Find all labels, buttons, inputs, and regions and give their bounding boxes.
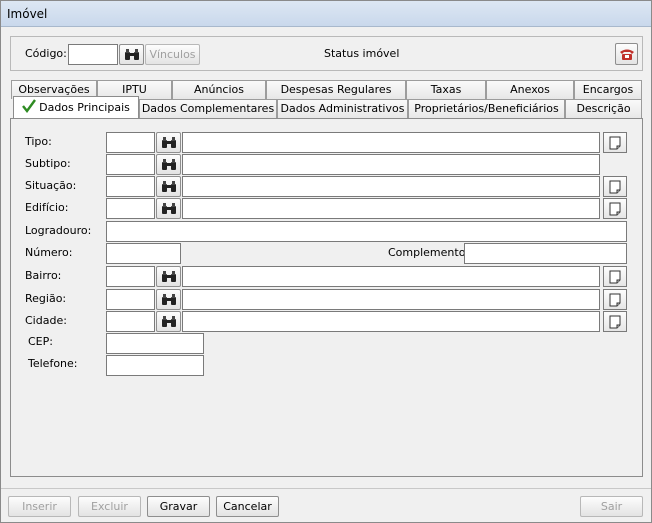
binoculars-icon (124, 48, 139, 60)
complemento-input[interactable] (464, 243, 627, 264)
regiao-detail-button[interactable] (603, 289, 627, 310)
title-bar: Imóvel (1, 1, 651, 27)
bairro-label: Bairro: (25, 269, 62, 282)
status-imovel-label: Status imóvel (324, 47, 400, 60)
situacao-detail-button[interactable] (603, 176, 627, 197)
cidade-search-button[interactable] (156, 311, 181, 332)
regiao-description-input[interactable] (182, 289, 600, 310)
situacao-search-button[interactable] (156, 176, 181, 197)
tab-anexos[interactable]: Anexos (486, 80, 574, 99)
dados-principais-panel: Tipo: Subtipo: Situação: Edifício: Logra… (10, 118, 643, 477)
edificio-code-input[interactable] (106, 198, 155, 219)
codigo-search-button[interactable] (119, 44, 144, 65)
phone-button[interactable] (615, 43, 638, 65)
binoculars-icon (161, 136, 176, 148)
document-icon (609, 293, 621, 306)
bairro-description-input[interactable] (182, 266, 600, 287)
tipo-label: Tipo: (25, 135, 52, 148)
regiao-code-input[interactable] (106, 289, 155, 310)
telefone-input[interactable] (106, 355, 204, 376)
subtipo-code-input[interactable] (106, 154, 155, 175)
sair-button[interactable]: Sair (580, 496, 643, 517)
situacao-label: Situação: (25, 179, 77, 192)
cancelar-button[interactable]: Cancelar (216, 496, 279, 517)
window-title: Imóvel (7, 7, 48, 21)
cidade-label: Cidade: (25, 314, 67, 327)
tab-anuncios[interactable]: Anúncios (172, 80, 266, 99)
binoculars-icon (161, 315, 176, 327)
tab-proprietarios-beneficiarios[interactable]: Proprietários/Beneficiários (408, 99, 565, 118)
numero-label: Número: (25, 246, 73, 259)
excluir-button[interactable]: Excluir (78, 496, 141, 517)
subtipo-description-input[interactable] (182, 154, 600, 175)
document-icon (609, 202, 621, 215)
tab-despesas-regulares[interactable]: Despesas Regulares (266, 80, 406, 99)
document-icon (609, 270, 621, 283)
check-icon (22, 99, 37, 113)
logradouro-input[interactable] (106, 221, 627, 242)
subtipo-search-button[interactable] (156, 154, 181, 175)
tipo-code-input[interactable] (106, 132, 155, 153)
codigo-input[interactable] (68, 44, 118, 65)
action-bar: Inserir Excluir Gravar Cancelar Sair (1, 488, 651, 522)
cidade-description-input[interactable] (182, 311, 600, 332)
binoculars-icon (161, 202, 176, 214)
phone-icon (619, 49, 634, 60)
bairro-detail-button[interactable] (603, 266, 627, 287)
tipo-search-button[interactable] (156, 132, 181, 153)
tipo-detail-button[interactable] (603, 132, 627, 153)
window: Imóvel Código: Vínculos Status imóvel Ob… (0, 0, 652, 523)
cep-input[interactable] (106, 333, 204, 354)
tab-encargos[interactable]: Encargos (574, 80, 642, 99)
binoculars-icon (161, 270, 176, 282)
codigo-label: Código: (25, 47, 67, 60)
telefone-label: Telefone: (28, 357, 78, 370)
tab-descricao[interactable]: Descrição (565, 99, 642, 118)
gravar-button[interactable]: Gravar (147, 496, 210, 517)
inserir-button[interactable]: Inserir (8, 496, 71, 517)
subtipo-label: Subtipo: (25, 157, 71, 170)
tab-dados-principais[interactable]: Dados Principais (13, 96, 139, 118)
tab-dados-complementares[interactable]: Dados Complementares (139, 99, 277, 118)
cidade-code-input[interactable] (106, 311, 155, 332)
regiao-search-button[interactable] (156, 289, 181, 310)
document-icon (609, 315, 621, 328)
binoculars-icon (161, 158, 176, 170)
tab-taxas[interactable]: Taxas (406, 80, 486, 99)
logradouro-label: Logradouro: (25, 224, 92, 237)
tab-dados-principais-label: Dados Principais (39, 101, 130, 114)
complemento-label: Complemento: (388, 246, 470, 259)
header-group: Código: Vínculos Status imóvel (10, 36, 643, 71)
binoculars-icon (161, 180, 176, 192)
situacao-code-input[interactable] (106, 176, 155, 197)
cidade-detail-button[interactable] (603, 311, 627, 332)
regiao-label: Região: (25, 292, 67, 305)
cep-label: CEP: (28, 335, 53, 348)
document-icon (609, 136, 621, 149)
document-icon (609, 180, 621, 193)
edificio-search-button[interactable] (156, 198, 181, 219)
numero-input[interactable] (106, 243, 181, 264)
edificio-detail-button[interactable] (603, 198, 627, 219)
bairro-code-input[interactable] (106, 266, 155, 287)
edificio-description-input[interactable] (182, 198, 600, 219)
bairro-search-button[interactable] (156, 266, 181, 287)
tab-dados-administrativos[interactable]: Dados Administrativos (277, 99, 408, 118)
vinculos-button[interactable]: Vínculos (145, 44, 200, 65)
situacao-description-input[interactable] (182, 176, 600, 197)
edificio-label: Edifício: (25, 201, 69, 214)
binoculars-icon (161, 293, 176, 305)
tipo-description-input[interactable] (182, 132, 600, 153)
